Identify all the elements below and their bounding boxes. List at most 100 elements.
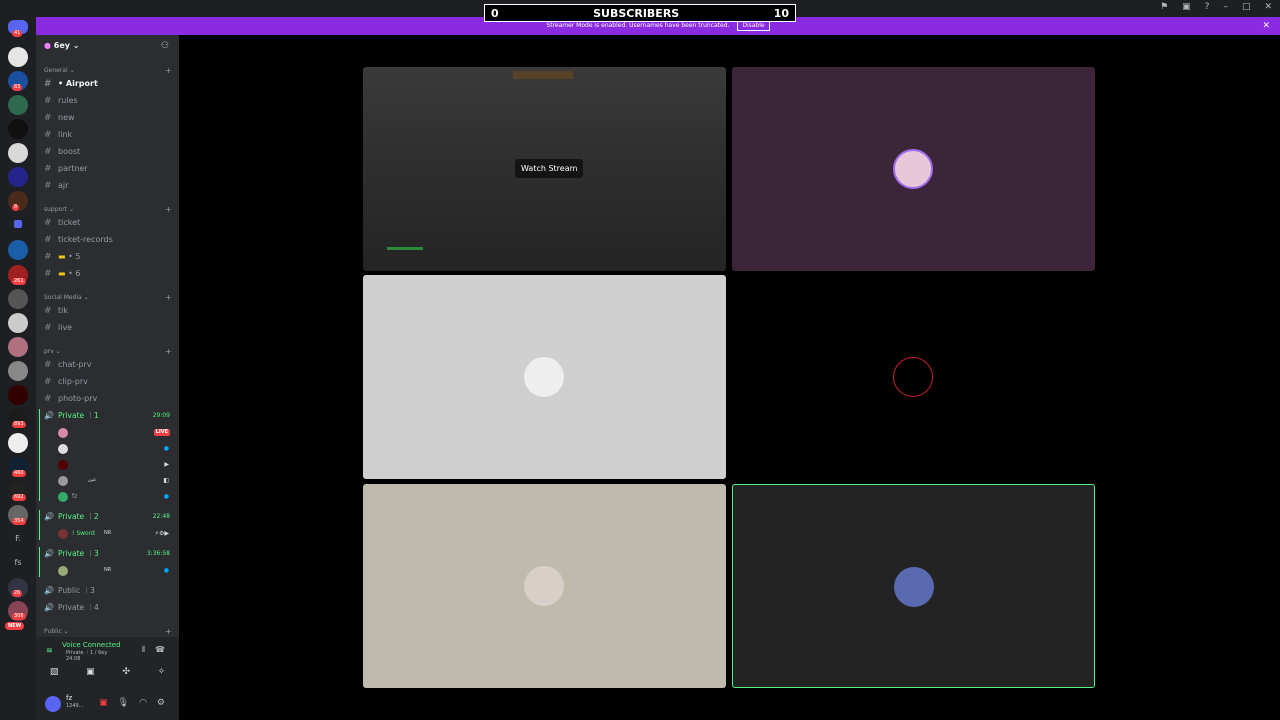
category-prv[interactable]: prv ⌄ + — [44, 347, 172, 356]
add-channel-icon[interactable]: + — [165, 347, 172, 356]
minimize-icon[interactable]: – — [1223, 2, 1228, 12]
channel-boost[interactable]: # boost — [44, 145, 172, 159]
channel-photo-prv[interactable]: # photo-prv — [44, 392, 172, 406]
folder-icon[interactable] — [14, 220, 22, 228]
voice-channel-path[interactable]: Private ︱1 / 6ey — [66, 649, 107, 656]
channel-ticket-records[interactable]: # ticket-records — [44, 233, 172, 247]
add-channel-icon[interactable]: + — [165, 627, 172, 636]
server-icon[interactable] — [8, 313, 28, 333]
avatar — [58, 529, 68, 539]
active-voice-indicator — [39, 409, 40, 501]
hash-icon: # — [44, 377, 52, 387]
hash-icon: # — [44, 181, 52, 191]
server-icon[interactable] — [8, 337, 28, 357]
inbox-icon[interactable]: ▣ — [1182, 2, 1191, 12]
voice-channel-private-3[interactable]: 🔊 Private ︱3 3:36:58 — [44, 547, 172, 561]
help-icon[interactable]: ? — [1205, 2, 1210, 12]
channel-clip-prv[interactable]: # clip-prv — [44, 375, 172, 389]
server-icon[interactable] — [8, 433, 28, 453]
server-icon[interactable] — [8, 167, 28, 187]
category-general[interactable]: General ⌄ + — [44, 66, 172, 75]
voice-member[interactable]: fz ● — [58, 490, 170, 504]
channel-rules[interactable]: # rules — [44, 94, 172, 108]
voice-member[interactable]: غين ◧ — [58, 474, 170, 488]
server-icon[interactable] — [8, 240, 28, 260]
channel-chat-prv[interactable]: # chat-prv — [44, 358, 172, 372]
disconnect-icon[interactable]: ☎ — [155, 645, 165, 655]
channel-live[interactable]: # live — [44, 321, 172, 335]
participant-tile[interactable] — [732, 67, 1095, 271]
server-icon[interactable] — [8, 289, 28, 309]
guild-header[interactable]: ● 6ey ⌄ — [44, 41, 80, 50]
voice-status[interactable]: Voice Connected — [62, 641, 121, 649]
voice-channel-private-1[interactable]: 🔊 Private ︱1 29:09 — [44, 409, 172, 423]
voice-member[interactable]: LIVE — [58, 426, 170, 440]
stream-icon[interactable]: ▣ — [99, 698, 108, 708]
add-channel-icon[interactable]: + — [165, 293, 172, 302]
disable-button[interactable]: Disable — [737, 21, 770, 31]
settings-gear-icon[interactable]: ⚙ — [157, 698, 165, 708]
voice-member[interactable]: ▶ — [58, 458, 170, 472]
camera-off-icon[interactable]: ▧ — [50, 667, 59, 677]
channel-tik[interactable]: # tik — [44, 304, 172, 318]
guild-dot-icon: ● — [44, 41, 51, 50]
channel-link[interactable]: # link — [44, 128, 172, 142]
participant-tile[interactable] — [363, 484, 726, 688]
close-window-icon[interactable]: ✕ — [1264, 2, 1272, 12]
category-public[interactable]: Public ⌄ + — [44, 627, 172, 636]
server-icon[interactable] — [8, 119, 28, 139]
server-icon[interactable] — [8, 143, 28, 163]
avatar[interactable] — [45, 696, 61, 712]
server-badge: 261 — [12, 278, 26, 285]
voice-member[interactable]: ● — [58, 442, 170, 456]
server-badge: 460 — [12, 470, 26, 477]
participant-tile[interactable] — [363, 275, 726, 479]
close-icon[interactable]: ✕ — [1262, 17, 1270, 35]
voice-connected-panel: ≋ Voice Connected Private ︱1 / 6ey 24:08… — [36, 637, 179, 689]
add-member-icon[interactable]: ⚇ — [161, 41, 169, 51]
server-icon[interactable] — [8, 95, 28, 115]
channel-new[interactable]: # new — [44, 111, 172, 125]
subscriber-goal: 10 — [773, 6, 789, 20]
user-name[interactable]: fz — [66, 694, 72, 702]
mic-icon: ● — [163, 493, 169, 500]
channel-6[interactable]: # ▬ • 6 — [44, 267, 172, 281]
category-support[interactable]: support ⌄ + — [44, 205, 172, 214]
server-icon[interactable] — [8, 361, 28, 381]
server-badge: 26 — [12, 590, 23, 597]
signal-icon[interactable]: ≋ — [46, 646, 53, 655]
server-icon[interactable] — [8, 385, 28, 405]
speaker-icon: 🔊 — [44, 603, 54, 612]
category-social-media[interactable]: Social Media ⌄ + — [44, 293, 172, 302]
add-channel-icon[interactable]: + — [165, 205, 172, 214]
voice-channel-private-2[interactable]: 🔊 Private ︱2 22:48 — [44, 510, 172, 524]
add-channel-icon[interactable]: + — [165, 66, 172, 75]
voice-channel-private-4[interactable]: 🔊 Private ︱4 — [44, 601, 172, 615]
tag-icon: ▬ — [58, 269, 66, 278]
pin-icon[interactable]: ⚑ — [1160, 2, 1168, 12]
app-window: 41 83 8 261 893 460 692 354 F. fs 26 306… — [0, 0, 1280, 720]
server-label[interactable]: fs — [0, 558, 36, 567]
watch-stream-button[interactable]: Watch Stream — [515, 159, 584, 178]
activities-icon[interactable]: ✣ — [122, 667, 130, 677]
microphone-icon[interactable]: 🎙 — [118, 698, 129, 708]
voice-channel-public-3[interactable]: 🔊 Public ︱3 — [44, 584, 172, 598]
participant-tile[interactable] — [732, 275, 1095, 479]
channel-airport[interactable]: # • Airport — [44, 77, 172, 91]
camera-icon: ▶ — [164, 461, 169, 468]
headphones-icon[interactable]: ◠ — [139, 698, 147, 708]
server-icon[interactable] — [8, 47, 28, 67]
server-label[interactable]: F. — [0, 534, 36, 543]
screen-share-icon[interactable]: ▣ — [86, 667, 95, 677]
channel-ticket[interactable]: # ticket — [44, 216, 172, 230]
voice-member[interactable]: NR ● — [58, 564, 170, 578]
maximize-icon[interactable]: □ — [1242, 2, 1251, 12]
soundboard-icon[interactable]: ✧ — [158, 667, 166, 677]
noise-suppression-icon[interactable]: ⫴ — [142, 645, 145, 655]
channel-ajr[interactable]: # ajr — [44, 179, 172, 193]
voice-member[interactable]: ! Sword NR ⚡⚙▶ — [58, 527, 170, 541]
channel-5[interactable]: # ▬ • 5 — [44, 250, 172, 264]
channel-partner[interactable]: # partner — [44, 162, 172, 176]
participant-tile-speaking[interactable] — [732, 484, 1095, 688]
stream-tile[interactable]: Watch Stream — [363, 67, 726, 271]
